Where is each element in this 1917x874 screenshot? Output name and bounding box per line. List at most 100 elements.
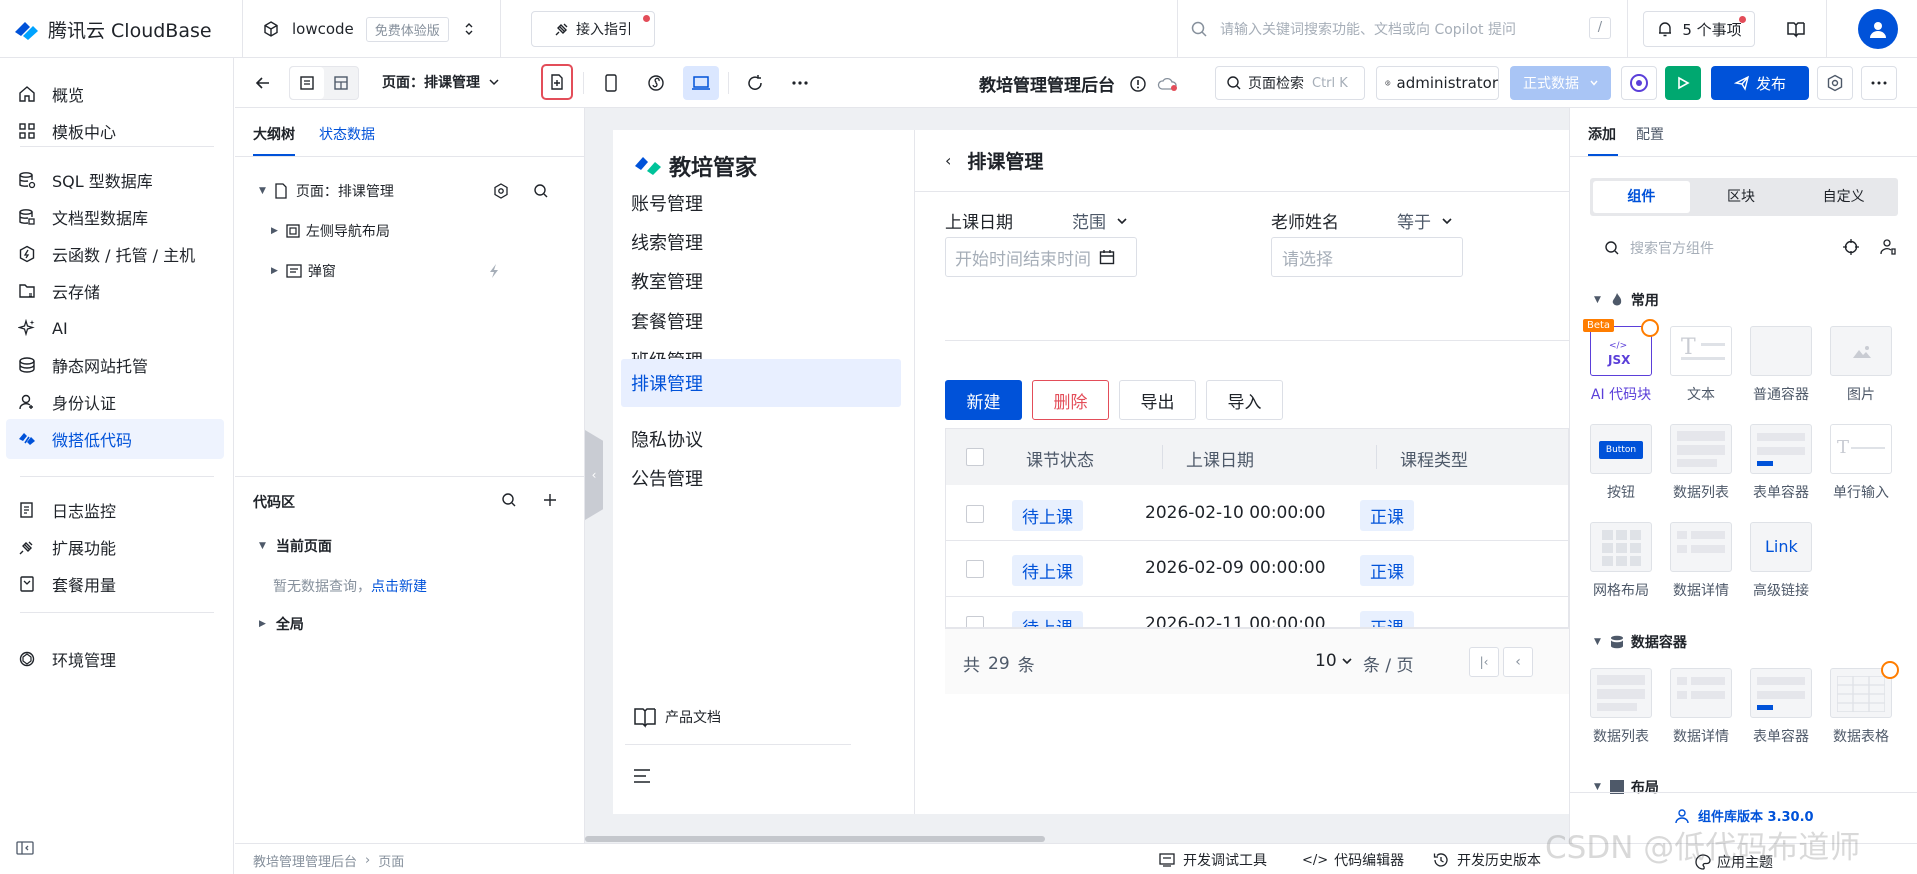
- more-icon[interactable]: [1861, 66, 1897, 100]
- docs-book-icon[interactable]: [1786, 19, 1806, 39]
- nav-item-functions[interactable]: 云函数 / 托管 / 主机: [6, 234, 224, 274]
- product-docs-link[interactable]: 产品文档: [633, 706, 721, 728]
- filter-date-operator[interactable]: 范围: [1072, 208, 1128, 233]
- mobile-view-icon[interactable]: [593, 66, 629, 100]
- code-editor-button[interactable]: </> 代码编辑器: [1302, 850, 1404, 870]
- nav-item-doc-db[interactable]: 文档型数据库: [6, 197, 224, 237]
- avatar[interactable]: [1858, 9, 1898, 49]
- todo-button[interactable]: 5 个事项: [1643, 11, 1755, 47]
- preview-icon[interactable]: [1621, 66, 1657, 100]
- back-chevron-icon[interactable]: ‹: [945, 151, 951, 170]
- devtools-button[interactable]: 开发调试工具: [1159, 850, 1267, 870]
- component-ai-code[interactable]: Beta </> JSX AI 代码块: [1583, 319, 1659, 404]
- miniprogram-view-icon[interactable]: [638, 66, 674, 100]
- tab-state-data[interactable]: 状态数据: [319, 124, 375, 144]
- segment-components[interactable]: 组件: [1593, 181, 1690, 213]
- history-button[interactable]: 开发历史版本: [1433, 850, 1541, 870]
- component-input[interactable]: T 单行输入: [1830, 424, 1892, 502]
- component-text[interactable]: T 文本: [1670, 326, 1732, 404]
- refresh-icon[interactable]: [737, 66, 773, 100]
- list-view-icon[interactable]: [290, 67, 324, 99]
- component-form-container[interactable]: 表单容器: [1750, 424, 1812, 502]
- global-search[interactable]: 请输入关键词搜索功能、文档或向 Copilot 提问 /: [1190, 14, 1611, 44]
- nav-item-templates[interactable]: 模板中心: [6, 111, 224, 151]
- table-row[interactable]: 待上课 2026-02-09 00:00:00 正课: [946, 541, 1568, 597]
- desktop-view-icon[interactable]: [683, 66, 719, 100]
- data-mode-select[interactable]: 正式数据: [1510, 66, 1611, 100]
- component-link[interactable]: Link 高级链接: [1750, 522, 1812, 600]
- tree-node-modal[interactable]: ▶ 弹窗: [271, 256, 571, 286]
- component-manage-icon[interactable]: [1880, 238, 1898, 256]
- tree-node-page[interactable]: ▼ 页面：排课管理: [259, 176, 579, 206]
- row-checkbox[interactable]: [966, 505, 984, 523]
- settings-icon[interactable]: [493, 183, 509, 199]
- target-icon[interactable]: [1842, 238, 1860, 256]
- collapse-sidebar-icon[interactable]: [16, 840, 34, 856]
- nav-item-logs[interactable]: 日志监控: [6, 490, 224, 530]
- create-button[interactable]: 新建: [945, 380, 1022, 420]
- component-data-list[interactable]: 数据列表: [1590, 668, 1652, 746]
- publish-button[interactable]: 发布: [1711, 66, 1809, 100]
- first-page-icon[interactable]: |‹: [1469, 647, 1499, 677]
- import-button[interactable]: 导入: [1206, 380, 1283, 420]
- component-data-table[interactable]: 数据表格: [1830, 661, 1899, 746]
- menu-toggle-icon[interactable]: [633, 768, 651, 784]
- add-page-icon[interactable]: [541, 64, 573, 100]
- search-icon[interactable]: [501, 492, 517, 508]
- select-all-checkbox[interactable]: [966, 448, 984, 466]
- back-icon[interactable]: [245, 66, 281, 100]
- component-data-detail[interactable]: 数据详情: [1670, 522, 1732, 600]
- nav-item-sql-db[interactable]: SQL 型数据库: [6, 160, 224, 200]
- component-grid[interactable]: 网格布局: [1590, 522, 1652, 600]
- nav-item-extensions[interactable]: 扩展功能: [6, 527, 224, 567]
- tab-outline-tree[interactable]: 大纲树: [253, 124, 295, 144]
- component-form-container[interactable]: 表单容器: [1750, 668, 1812, 746]
- teacher-select[interactable]: 请选择: [1271, 237, 1463, 277]
- page-search-button[interactable]: 页面检索 Ctrl K: [1215, 66, 1365, 100]
- run-icon[interactable]: [1665, 66, 1701, 100]
- component-search-input[interactable]: 搜索官方组件: [1630, 238, 1714, 258]
- table-row[interactable]: 待上课 2026-02-10 00:00:00 正课: [946, 485, 1568, 541]
- component-data-detail[interactable]: 数据详情: [1670, 668, 1732, 746]
- page-size-select[interactable]: 10: [1315, 651, 1353, 671]
- more-icon[interactable]: [782, 66, 818, 100]
- date-range-input[interactable]: 开始时间结束时间: [945, 237, 1137, 277]
- cloud-sync-icon[interactable]: [1157, 75, 1179, 93]
- collapse-panel-handle[interactable]: ‹: [585, 430, 603, 520]
- delete-button[interactable]: 删除: [1032, 380, 1109, 420]
- nav-item-overview[interactable]: 概览: [6, 74, 224, 114]
- prev-page-icon[interactable]: ‹: [1503, 647, 1533, 677]
- filter-teacher-operator[interactable]: 等于: [1397, 208, 1453, 233]
- component-button[interactable]: Button 按钮: [1590, 424, 1652, 502]
- nav-item-package[interactable]: 套餐用量: [6, 564, 224, 604]
- nav-item-auth[interactable]: 身份认证: [6, 382, 224, 422]
- brand-logo[interactable]: 腾讯云 CloudBase: [12, 16, 212, 43]
- export-button[interactable]: 导出: [1119, 380, 1196, 420]
- menu-item-notice[interactable]: 公告管理: [621, 455, 901, 501]
- row-checkbox[interactable]: [966, 616, 984, 627]
- create-query-link[interactable]: 点击新建: [371, 576, 427, 596]
- segment-blocks[interactable]: 区块: [1690, 181, 1793, 213]
- nav-item-env[interactable]: 环境管理: [6, 639, 224, 679]
- segment-custom[interactable]: 自定义: [1792, 181, 1895, 213]
- group-data-container-header[interactable]: ▼ 数据容器: [1594, 632, 1687, 652]
- lightning-icon[interactable]: [487, 263, 501, 279]
- global-section[interactable]: ▶ 全局: [259, 609, 304, 639]
- env-selector[interactable]: lowcode 免费体验版: [262, 16, 475, 42]
- user-switch-button[interactable]: administrator: [1376, 66, 1499, 100]
- search-icon[interactable]: [533, 183, 549, 199]
- menu-item-schedule[interactable]: 排课管理: [621, 359, 901, 407]
- component-image[interactable]: 图片: [1830, 326, 1892, 404]
- layout-view-icon[interactable]: [324, 67, 358, 99]
- search-input[interactable]: 请输入关键词搜索功能、文档或向 Copilot 提问: [1220, 19, 1516, 39]
- nav-item-lowcode[interactable]: 微搭低代码: [6, 419, 224, 459]
- row-checkbox[interactable]: [966, 560, 984, 578]
- group-common-header[interactable]: ▼ 常用: [1594, 290, 1659, 310]
- nav-item-static-hosting[interactable]: 静态网站托管: [6, 345, 224, 385]
- settings-icon[interactable]: [1817, 66, 1853, 100]
- current-page-section[interactable]: ▼ 当前页面: [259, 531, 332, 561]
- tree-node-layout[interactable]: ▶ 左侧导航布局: [271, 216, 571, 246]
- nav-item-ai[interactable]: AI: [6, 308, 224, 348]
- component-data-list[interactable]: 数据列表: [1670, 424, 1732, 502]
- component-container[interactable]: 普通容器: [1750, 326, 1812, 404]
